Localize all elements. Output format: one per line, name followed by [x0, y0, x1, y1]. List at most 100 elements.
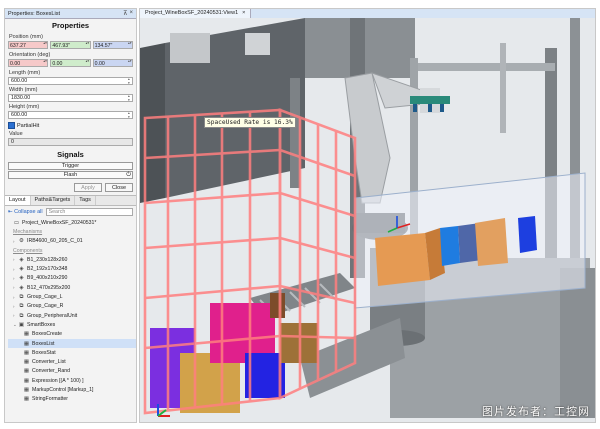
tree-item-label: Components: [13, 247, 43, 254]
layout-tree: ▭ Project_WineBoxSF_20240531* Mechanisms › ⚙…: [5, 218, 136, 404]
signals-heading: Signals: [57, 150, 84, 159]
tab-tags[interactable]: Tags: [75, 196, 96, 205]
flash-button[interactable]: Flash ⏻: [8, 171, 133, 179]
tree-item[interactable]: ▦ Expression [(A * 100) ]: [8, 376, 136, 385]
tree-item-label: Mechanisms: [13, 228, 43, 235]
watermark-text: 图片发布者：工控网: [482, 405, 590, 418]
tree-item-label: SmartBoxes: [27, 321, 56, 328]
properties-heading: Properties: [51, 21, 90, 30]
tab-layout[interactable]: Layout: [5, 196, 31, 205]
left-panel: Properties: BoxesList ⊼ × Properties Posi…: [4, 8, 137, 423]
close-button[interactable]: Close: [105, 183, 133, 192]
tree-item-label: BoxesList: [32, 340, 55, 347]
pin-icon[interactable]: ⊼: [123, 10, 127, 17]
tree-item[interactable]: ▦ BoxesStat: [8, 348, 136, 357]
space-used-tooltip: SpaceUsed Rate is 16.3%: [204, 117, 296, 128]
tree-item-label: Group_Cage_L: [27, 294, 63, 301]
robot-icon: ⚙: [19, 238, 24, 245]
power-icon: ⏻: [126, 172, 131, 178]
tree-item-label: B12_470x295x200: [27, 284, 71, 291]
tree-item[interactable]: ▦ StringFormatter: [8, 395, 136, 404]
orientation-y-input[interactable]: 0.00: [50, 59, 91, 67]
part-icon: ◈: [19, 284, 24, 291]
app-window: Properties: BoxesList ⊼ × Properties Posi…: [4, 8, 596, 423]
tree-item-label: Group_Cage_R: [27, 303, 64, 310]
tree-section-label: Components: [8, 246, 136, 255]
tree-item[interactable]: › ⧉ Group_PeripheralUnit: [8, 311, 136, 320]
part-icon: ◈: [19, 275, 24, 282]
orientation-z-input[interactable]: 0.00: [92, 59, 133, 67]
collapse-all-button[interactable]: ⇤ Collapse all: [8, 209, 43, 215]
position-x-input[interactable]: 637.27: [8, 41, 49, 49]
layout-search-input[interactable]: Search: [45, 208, 133, 216]
tree-item-label: B9_400x210x290: [27, 275, 68, 282]
tree-item[interactable]: › ◈ B1_230x128x260: [8, 255, 136, 264]
tab-close-icon[interactable]: ×: [242, 9, 245, 18]
group-icon: ⧉: [19, 294, 24, 301]
partialhit-label: PartialHit: [17, 122, 40, 129]
comp-icon: ▦: [23, 340, 30, 347]
scene-graphic: [140, 18, 595, 422]
tree-item[interactable]: › ⚙ IRB4600_60_205_C_01: [8, 237, 136, 246]
comp-icon: ▦: [23, 331, 30, 338]
part-icon: ◈: [19, 266, 24, 273]
position-y-input[interactable]: 467.93": [50, 41, 91, 49]
tree-item[interactable]: › ⧉ Group_Cage_R: [8, 302, 136, 311]
tree-item-label: Project_WineBoxSF_20240531*: [22, 219, 97, 226]
apply-button[interactable]: Apply: [74, 183, 102, 192]
tree-item-label: IRB4600_60_205_C_01: [27, 238, 83, 245]
properties-title: Properties: BoxesList: [8, 10, 60, 17]
tree-item[interactable]: ▦ BoxesList: [8, 338, 136, 349]
tab-view1[interactable]: Project_WineBoxSF_20240531:View1 ×: [140, 9, 252, 18]
tree-item[interactable]: › ⧉ Group_Cage_L: [8, 292, 136, 301]
tree-item-label: Converter_List: [32, 359, 66, 366]
height-label: Height (mm): [9, 104, 40, 110]
part-icon: ◈: [19, 256, 24, 263]
value-label: Value: [9, 131, 23, 137]
comp-icon: ▦: [23, 368, 30, 375]
partialhit-checkbox[interactable]: [8, 122, 15, 129]
tree-item[interactable]: ▭ Project_WineBoxSF_20240531*: [8, 218, 136, 227]
tree-item[interactable]: › ◈ B12_470x295x200: [8, 283, 136, 292]
width-input[interactable]: 1830.00: [8, 94, 133, 102]
comp-icon: ▦: [23, 386, 30, 393]
tree-item[interactable]: ▦ Converter_Rand: [8, 367, 136, 376]
tree-item[interactable]: ▦ BoxesCreate: [8, 330, 136, 339]
height-input[interactable]: 600.00: [8, 111, 133, 119]
value-field: 0: [8, 138, 133, 146]
tree-item-label: Expression [(A * 100) ]: [32, 377, 84, 384]
3d-viewport[interactable]: SpaceUsed Rate is 16.3%: [140, 18, 595, 422]
tree-item[interactable]: › ◈ B9_400x210x290: [8, 274, 136, 283]
viewport-panel: Project_WineBoxSF_20240531:View1 × Space…: [139, 8, 596, 423]
orientation-x-input[interactable]: 0.00: [8, 59, 49, 67]
group-icon: ⧉: [19, 303, 24, 310]
group-icon: ⧉: [19, 312, 24, 319]
tree-item-label: BoxesStat: [32, 349, 56, 356]
tree-item-label: B1_230x128x260: [27, 256, 68, 263]
tree-item-label: StringFormatter: [32, 396, 69, 403]
tree-item-label: BoxesCreate: [32, 331, 62, 338]
tree-item-label: Group_PeripheralUnit: [27, 312, 78, 319]
tree-item[interactable]: ▦ MarkupControl [Markup_1]: [8, 385, 136, 394]
tree-item[interactable]: › ◈ B2_192x170x348: [8, 264, 136, 273]
comp-icon: ▦: [23, 349, 30, 356]
properties-titlebar: Properties: BoxesList ⊼ ×: [5, 9, 136, 19]
comp-icon: ▦: [23, 377, 30, 384]
comp-icon: ▦: [23, 359, 30, 366]
close-icon[interactable]: ×: [129, 10, 133, 17]
tree-item-label: MarkupControl [Markup_1]: [32, 386, 94, 393]
smart-icon: ▣: [18, 321, 25, 328]
length-input[interactable]: 600.00: [8, 77, 133, 85]
length-label: Length (mm): [9, 70, 41, 76]
tree-item[interactable]: ▦ Converter_List: [8, 357, 136, 366]
position-z-input[interactable]: 134.57": [92, 41, 133, 49]
tree-item[interactable]: ⌄ ▣ SmartBoxes: [8, 320, 136, 329]
layout-tabs: Layout Paths&Targets Tags: [5, 195, 136, 206]
comp-icon: ▦: [23, 396, 30, 403]
tree-item-label: B2_192x170x348: [27, 266, 68, 273]
project-icon: ▭: [13, 219, 20, 226]
tree-section-label: Mechanisms: [8, 227, 136, 236]
tree-item-label: Converter_Rand: [32, 368, 71, 375]
tab-paths-targets[interactable]: Paths&Targets: [31, 196, 76, 205]
trigger-button[interactable]: Trigger: [8, 162, 133, 170]
